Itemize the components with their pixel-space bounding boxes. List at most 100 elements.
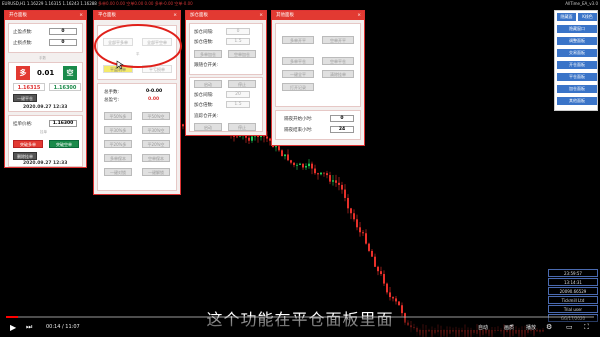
- close-30-buy-button[interactable]: 平30%多: [104, 126, 132, 134]
- play-icon[interactable]: ▶: [10, 323, 16, 332]
- menu-item-other-panel[interactable]: 其他面板: [557, 97, 597, 105]
- add-interval-input[interactable]: 0: [226, 28, 250, 35]
- server-time-2: 2020.09.27 12:33: [23, 161, 68, 166]
- candle-body: [302, 163, 304, 168]
- lot-size-value[interactable]: 0.01: [37, 69, 54, 77]
- other-panel: 其他面板 × 多单开平 空单开平 多单平仓 空单平仓 一键全平 清除挂单 打开记录…: [271, 10, 365, 146]
- playlist-button[interactable]: 播放: [526, 324, 536, 331]
- broker-name: Tickmill Ltd: [548, 296, 598, 304]
- close-everything-button[interactable]: 一键全平: [282, 70, 314, 78]
- right-menu: 隐藏面 K线色 隐藏窗口 调整面板 交易面板 开仓面板 平仓面板 加仓面板 其他…: [554, 10, 598, 111]
- candle-body: [374, 256, 376, 267]
- candle-body: [248, 137, 250, 141]
- trail-interval-input[interactable]: 20: [226, 91, 250, 98]
- menu-item-trade-panel[interactable]: 交易面板: [557, 49, 597, 57]
- close-20-sell-button[interactable]: 平20%空: [142, 140, 170, 148]
- delete-pending-button[interactable]: 删除挂单: [13, 152, 37, 160]
- rollover-end-label: 隔夜结束小时:: [284, 128, 313, 133]
- sell-button[interactable]: 空: [63, 66, 77, 80]
- pending-price-input[interactable]: 1.16300: [49, 120, 77, 127]
- candle-body: [275, 146, 277, 148]
- sl-points-input[interactable]: 0: [49, 39, 77, 46]
- close-icon[interactable]: ×: [357, 11, 361, 20]
- close-20-buy-button[interactable]: 平20%多: [104, 140, 132, 148]
- sell-add-button[interactable]: 空单加仓: [228, 50, 256, 58]
- menu-item-open-panel[interactable]: 开仓面板: [557, 61, 597, 69]
- candle-color-button[interactable]: K线色: [578, 13, 597, 21]
- candle-body: [392, 297, 394, 299]
- menu-item-hide-window[interactable]: 隐藏窗口: [557, 25, 597, 33]
- candle-body: [350, 208, 352, 214]
- close-50-sell-button[interactable]: 平50%空: [142, 112, 170, 120]
- rollover-end-input[interactable]: 24: [330, 126, 354, 133]
- total-pl-value: 0.00: [148, 97, 160, 102]
- candle-body: [368, 243, 370, 251]
- sell-open-close-button[interactable]: 空单开平: [322, 36, 354, 44]
- market-box: 多 0.01 空 1.16315 1.16300 一键平仓 2020.09.27…: [8, 62, 83, 112]
- buy-add-button[interactable]: 多单加仓: [194, 50, 222, 58]
- lot-hint: 手数: [39, 56, 46, 60]
- follow-start-button[interactable]: 启动: [194, 80, 222, 88]
- lock-button[interactable]: 一键对锁: [104, 168, 132, 176]
- candle-body: [236, 136, 238, 138]
- close-30-sell-button[interactable]: 平30%空: [142, 126, 170, 134]
- buy-open-close-button[interactable]: 多单开平: [282, 36, 314, 44]
- menu-item-close-panel[interactable]: 平仓面板: [557, 73, 597, 81]
- breakout-buy-button[interactable]: 突破多单: [13, 140, 43, 148]
- buy-button[interactable]: 多: [16, 66, 30, 80]
- cursor-icon: [116, 60, 124, 70]
- unlock-button[interactable]: 一键解锁: [142, 168, 170, 176]
- candle-body: [332, 180, 334, 182]
- clear-pending-button[interactable]: 清除挂单: [322, 70, 354, 78]
- trail-times-input[interactable]: 1.5: [226, 101, 250, 108]
- trail-stop-button[interactable]: 停止: [228, 123, 256, 131]
- candle-body: [305, 166, 307, 168]
- tp-points-input[interactable]: 0: [49, 28, 77, 35]
- candle-body: [386, 283, 388, 293]
- candle-body: [296, 164, 298, 166]
- rollover-start-input[interactable]: 0: [330, 115, 354, 122]
- close-50-buy-button[interactable]: 平50%多: [104, 112, 132, 120]
- sell-breakeven-button[interactable]: 空单保本: [142, 154, 170, 162]
- add-panel-title: 加仓面板 ×: [186, 11, 266, 20]
- candle-body: [365, 233, 367, 244]
- candle-body: [233, 136, 235, 137]
- fullscreen-icon[interactable]: ⛶: [584, 323, 589, 332]
- trail-interval-label: 加仓间隔:: [194, 93, 214, 98]
- trail-start-button[interactable]: 启动: [194, 123, 222, 131]
- next-icon[interactable]: ⏭: [26, 323, 32, 332]
- buy-breakeven-button[interactable]: 多单保本: [104, 154, 132, 162]
- pending-box: 挂单价格: 1.16300 挂单 突破多单 突破空单 删除挂单 2020.09.…: [8, 115, 83, 167]
- candle-body: [278, 146, 280, 151]
- menu-item-adjust-panel[interactable]: 调整面板: [557, 37, 597, 45]
- ea-name: AllTime_EA_v3.0: [565, 1, 598, 6]
- candle-body: [356, 219, 358, 228]
- candle-body: [362, 232, 364, 234]
- candle-body: [371, 250, 373, 257]
- sell-close-button[interactable]: 空单平仓: [322, 57, 354, 65]
- buy-close-button[interactable]: 多单平仓: [282, 57, 314, 65]
- breakout-sell-button[interactable]: 突破空单: [49, 140, 79, 148]
- theater-icon[interactable]: ▭: [566, 323, 573, 331]
- add-box-2: 启动 停止 加仓间隔: 20 加仓倍数: 1.5 追踪仓开关: 启动 停止: [189, 77, 263, 132]
- autoplay-toggle[interactable]: 自动: [478, 324, 488, 331]
- server-time-1: 2020.09.27 12:33: [23, 105, 68, 110]
- account-number: 20090.66529: [548, 287, 598, 295]
- candle-body: [266, 136, 268, 139]
- video-progress-bar[interactable]: [6, 316, 594, 318]
- close-all-button[interactable]: 一键平仓: [13, 94, 37, 102]
- settings-icon[interactable]: ⚙: [546, 323, 552, 331]
- total-lots-label: 总手数:: [104, 90, 120, 95]
- open-log-button[interactable]: 打开记录: [282, 83, 314, 91]
- candle-body: [299, 163, 301, 165]
- candle-body: [329, 175, 331, 182]
- add-times-input[interactable]: 1.5: [226, 38, 250, 45]
- hide-panel-button[interactable]: 隐藏面: [557, 13, 576, 21]
- menu-item-add-panel[interactable]: 加仓面板: [557, 85, 597, 93]
- quality-button[interactable]: 画质: [504, 324, 514, 331]
- close-icon[interactable]: ×: [259, 11, 263, 20]
- close-icon[interactable]: ×: [173, 11, 177, 20]
- candle-body: [395, 298, 397, 302]
- follow-stop-button[interactable]: 停止: [228, 80, 256, 88]
- close-icon[interactable]: ×: [79, 11, 83, 20]
